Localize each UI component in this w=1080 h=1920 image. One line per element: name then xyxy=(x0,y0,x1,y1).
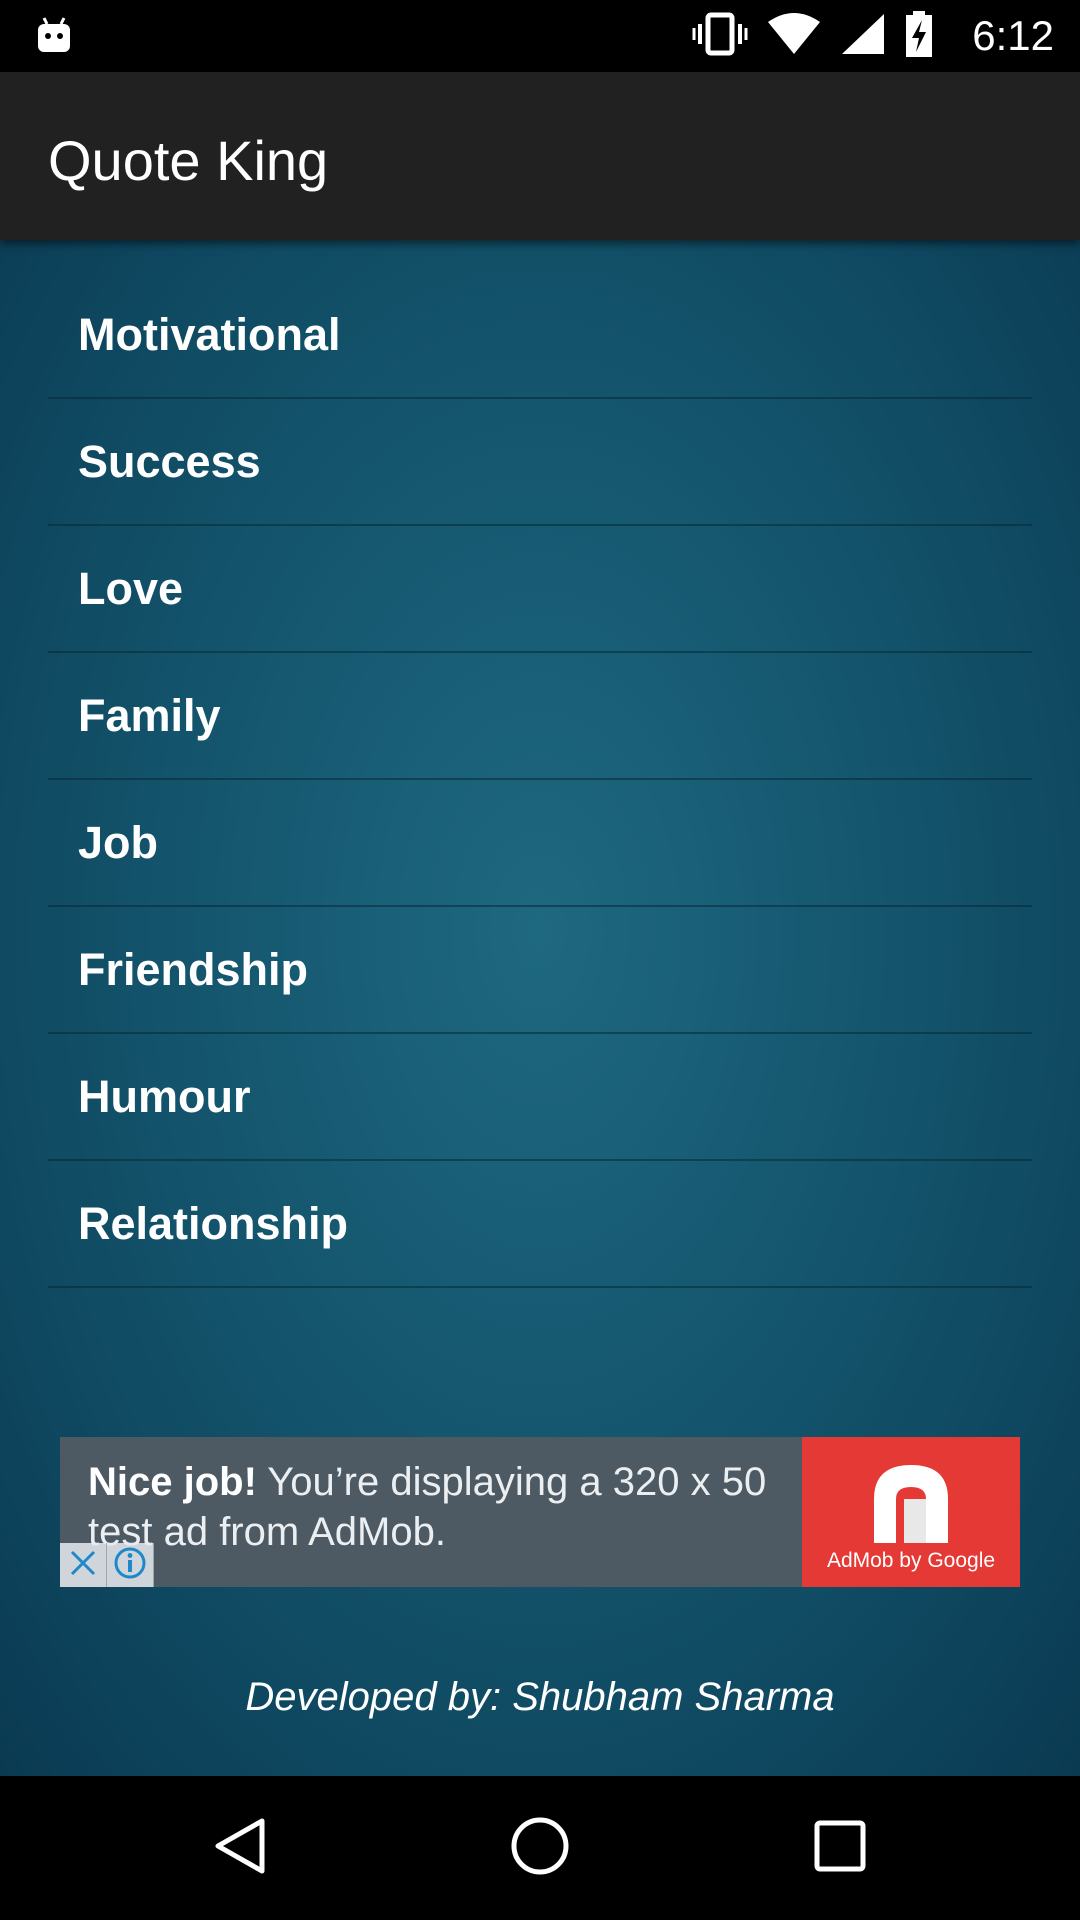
main-content: Motivational Success Love Family Job Fri… xyxy=(0,240,1080,1776)
ad-banner[interactable]: Nice job! You’re displaying a 320 x 50 t… xyxy=(60,1437,1020,1587)
admob-logo-icon xyxy=(864,1459,958,1548)
app-title: Quote King xyxy=(48,129,329,192)
wifi-icon xyxy=(766,12,822,61)
ad-text-bold: Nice job! xyxy=(88,1460,257,1504)
status-icons: 6:12 xyxy=(692,0,1054,72)
close-icon xyxy=(68,1548,98,1583)
recents-icon xyxy=(813,1819,867,1878)
category-item-love[interactable]: Love xyxy=(48,526,1032,653)
navigation-bar xyxy=(0,1776,1080,1920)
category-item-family[interactable]: Family xyxy=(48,653,1032,780)
back-icon xyxy=(212,1816,268,1881)
admob-logo: AdMob by Google xyxy=(802,1437,1020,1587)
signal-icon xyxy=(840,12,886,61)
battery-charging-icon xyxy=(904,10,934,63)
ad-text: Nice job! You’re displaying a 320 x 50 t… xyxy=(88,1457,828,1557)
status-clock: 6:12 xyxy=(972,12,1054,59)
ad-controls xyxy=(60,1543,154,1587)
category-label: Success xyxy=(78,435,261,487)
home-button[interactable] xyxy=(504,1812,576,1884)
admob-logo-caption: AdMob by Google xyxy=(826,1549,996,1572)
category-list: Motivational Success Love Family Job Fri… xyxy=(48,272,1032,1288)
android-debug-icon xyxy=(36,16,72,54)
recents-button[interactable] xyxy=(804,1812,876,1884)
category-label: Friendship xyxy=(78,943,309,995)
category-item-friendship[interactable]: Friendship xyxy=(48,907,1032,1034)
screen: 6:12 Quote King Motivational Success Lov… xyxy=(0,0,1080,1920)
developer-credit: Developed by: Shubham Sharma xyxy=(245,1675,835,1719)
info-icon xyxy=(113,1546,147,1585)
category-label: Humour xyxy=(78,1070,251,1122)
category-item-humour[interactable]: Humour xyxy=(48,1034,1032,1161)
category-label: Motivational xyxy=(78,308,341,360)
category-label: Love xyxy=(78,562,184,614)
category-item-job[interactable]: Job xyxy=(48,780,1032,907)
category-item-motivational[interactable]: Motivational xyxy=(48,272,1032,399)
back-button[interactable] xyxy=(204,1812,276,1884)
app-bar: Quote King xyxy=(0,72,1080,240)
ad-close-button[interactable] xyxy=(60,1543,107,1587)
category-label: Relationship xyxy=(78,1197,349,1249)
ad-info-button[interactable] xyxy=(107,1543,154,1587)
status-bar: 6:12 xyxy=(0,0,1080,72)
vibrate-icon xyxy=(692,12,748,61)
category-label: Family xyxy=(78,689,221,741)
category-item-success[interactable]: Success xyxy=(48,399,1032,526)
category-item-relationship[interactable]: Relationship xyxy=(48,1161,1032,1288)
home-icon xyxy=(510,1816,570,1881)
category-label: Job xyxy=(78,816,159,868)
